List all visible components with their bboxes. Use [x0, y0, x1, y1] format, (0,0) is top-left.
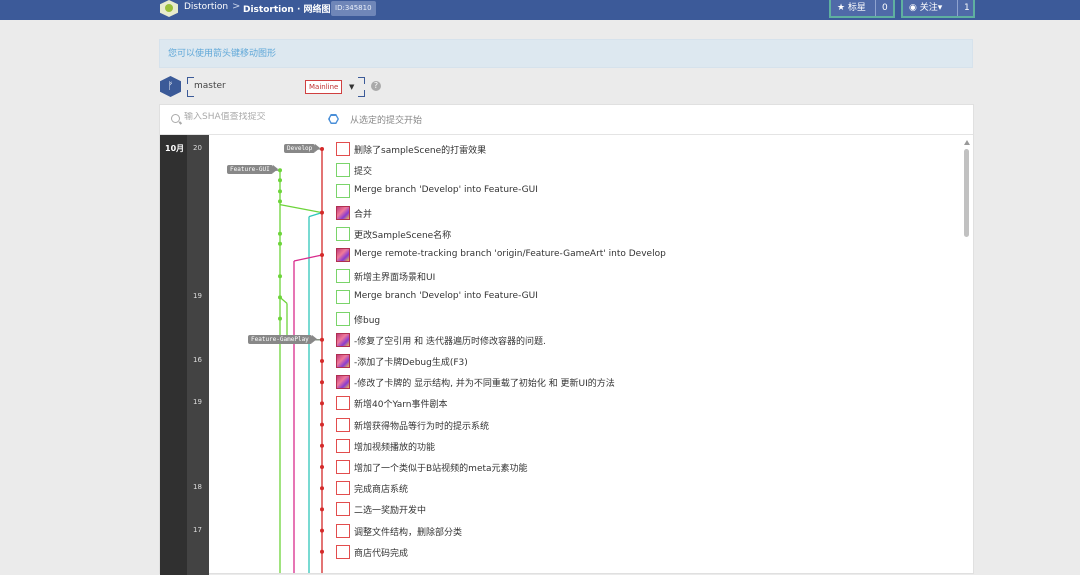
- branch-selector[interactable]: master: [194, 81, 226, 91]
- star-count: 0: [875, 0, 888, 16]
- commit-message[interactable]: 新增获得物品等行为时的提示系统: [354, 419, 489, 432]
- commit-node[interactable]: [278, 241, 282, 246]
- commit-message[interactable]: Merge branch 'Develop' into Feature-GUI: [354, 185, 538, 195]
- commit-node[interactable]: [320, 507, 324, 512]
- commit-node[interactable]: [320, 401, 324, 406]
- author-avatar-placeholder[interactable]: [336, 502, 350, 517]
- author-avatar[interactable]: [336, 375, 350, 390]
- author-avatar-placeholder[interactable]: [336, 523, 350, 538]
- author-avatar[interactable]: [336, 205, 350, 220]
- keyboard-tip: 您可以使用箭头键移动图形: [159, 39, 973, 68]
- commit-node[interactable]: [320, 422, 324, 427]
- author-avatar-placeholder[interactable]: [336, 396, 350, 411]
- author-avatar-placeholder[interactable]: [336, 481, 350, 496]
- commit-node[interactable]: [278, 231, 282, 236]
- bracket-top-right: [358, 77, 365, 84]
- branch-icon: ᚠ: [160, 76, 181, 97]
- branch-tag[interactable]: Develop: [284, 144, 321, 153]
- breadcrumb-separator: >: [232, 1, 241, 12]
- network-graph-panel: 从选定的提交开始 10月 201916191817 删除了sampleScene…: [159, 104, 974, 575]
- commit-message[interactable]: Merge remote-tracking branch 'origin/Fea…: [354, 249, 666, 259]
- author-avatar-placeholder[interactable]: [336, 184, 350, 199]
- scrollbar[interactable]: [964, 149, 969, 237]
- commit-message[interactable]: -修改了卡牌的 显示结构, 并为不同重载了初始化 和 更新UI的方法: [354, 376, 615, 389]
- commit-message[interactable]: Merge branch 'Develop' into Feature-GUI: [354, 291, 538, 301]
- bracket-top-left: [187, 77, 194, 84]
- commit-node[interactable]: [278, 199, 282, 204]
- author-avatar[interactable]: [336, 354, 350, 368]
- commit-node[interactable]: [278, 178, 282, 183]
- bracket-bottom-right: [358, 90, 365, 97]
- author-avatar-placeholder[interactable]: [336, 163, 350, 178]
- author-avatar-placeholder[interactable]: [336, 142, 350, 156]
- commit-message[interactable]: -修复了空引用 和 迭代器遍历时修改容器的问题.: [354, 334, 546, 347]
- project-logo-icon[interactable]: [160, 0, 178, 17]
- commit-node[interactable]: [320, 253, 324, 257]
- commit-node[interactable]: [320, 380, 324, 385]
- scroll-up-icon[interactable]: [964, 140, 970, 145]
- star-label: ★ 标星: [837, 3, 866, 13]
- commit-message[interactable]: 增加了一个类似于B站视频的meta元素功能: [354, 461, 528, 474]
- bracket-bottom-left: [187, 90, 194, 97]
- commit-node[interactable]: [320, 210, 324, 215]
- mainline-badge: Mainline: [305, 80, 343, 94]
- commit-message[interactable]: 删除了sampleScene的打雷效果: [354, 143, 486, 156]
- commit-node[interactable]: [278, 274, 282, 279]
- author-avatar-placeholder[interactable]: [336, 311, 350, 326]
- watch-button[interactable]: ◉ 关注▾ 1: [901, 0, 975, 18]
- id-badge: ID:345810: [331, 1, 376, 16]
- commit-message[interactable]: 新增主界面场景和UI: [354, 270, 435, 283]
- commit-node[interactable]: [320, 147, 324, 151]
- top-navbar: Distortion > Distortion · 网络图 ID:345810 …: [0, 0, 1080, 20]
- author-avatar[interactable]: [336, 332, 350, 347]
- author-avatar-placeholder[interactable]: [336, 460, 350, 474]
- commit-node[interactable]: [320, 486, 324, 491]
- watch-count: 1: [957, 0, 970, 16]
- feature-gameplay-merge-line: [308, 211, 323, 218]
- help-icon[interactable]: ?: [371, 81, 381, 91]
- breadcrumb-project[interactable]: Distortion: [184, 2, 228, 12]
- commit-message[interactable]: 二选一奖励开发中: [354, 503, 426, 516]
- commit-node[interactable]: [320, 337, 324, 342]
- branch-tag[interactable]: Feature-GamePlay: [248, 334, 317, 344]
- commit-message[interactable]: 提交: [354, 164, 372, 177]
- author-avatar-placeholder[interactable]: [336, 438, 350, 453]
- commit-message[interactable]: 调整文件结构，删除部分类: [354, 525, 462, 538]
- branch-tag[interactable]: Feature-GUI: [227, 165, 278, 175]
- commit-node[interactable]: [278, 295, 282, 300]
- star-button[interactable]: ★ 标星 0: [829, 0, 895, 18]
- author-avatar-placeholder[interactable]: [336, 417, 350, 432]
- commit-message[interactable]: 更改SampleScene名称: [354, 228, 451, 241]
- commit-message[interactable]: 新增40个Yarn事件剧本: [354, 397, 447, 410]
- author-avatar-placeholder[interactable]: [336, 226, 350, 241]
- commit-message[interactable]: -添加了卡牌Debug生成(F3): [354, 355, 468, 368]
- author-avatar-placeholder[interactable]: [336, 290, 350, 305]
- commit-message[interactable]: 商店代码完成: [354, 546, 408, 559]
- commit-node[interactable]: [320, 549, 324, 554]
- commit-node[interactable]: [278, 168, 282, 173]
- commit-message[interactable]: 修bug: [354, 313, 380, 326]
- feature-gui-merge-line: [279, 203, 323, 214]
- author-avatar-placeholder[interactable]: [336, 544, 350, 559]
- commit-node[interactable]: [320, 359, 324, 363]
- commit-message[interactable]: 完成商店系统: [354, 482, 408, 495]
- commit-node[interactable]: [278, 189, 282, 194]
- commit-message[interactable]: 合并: [354, 207, 372, 220]
- commit-node[interactable]: [320, 465, 324, 469]
- commit-node[interactable]: [320, 443, 324, 448]
- chevron-down-icon[interactable]: ▼: [349, 83, 354, 91]
- feature-gameart-merge-line: [293, 254, 323, 262]
- author-avatar-placeholder[interactable]: [336, 269, 350, 284]
- watch-label: ◉ 关注▾: [909, 3, 943, 13]
- commit-node[interactable]: [278, 316, 282, 321]
- commit-message[interactable]: 增加视频播放的功能: [354, 440, 435, 453]
- commit-node[interactable]: [320, 528, 324, 533]
- author-avatar[interactable]: [336, 248, 350, 262]
- page-title: Distortion · 网络图: [243, 5, 331, 15]
